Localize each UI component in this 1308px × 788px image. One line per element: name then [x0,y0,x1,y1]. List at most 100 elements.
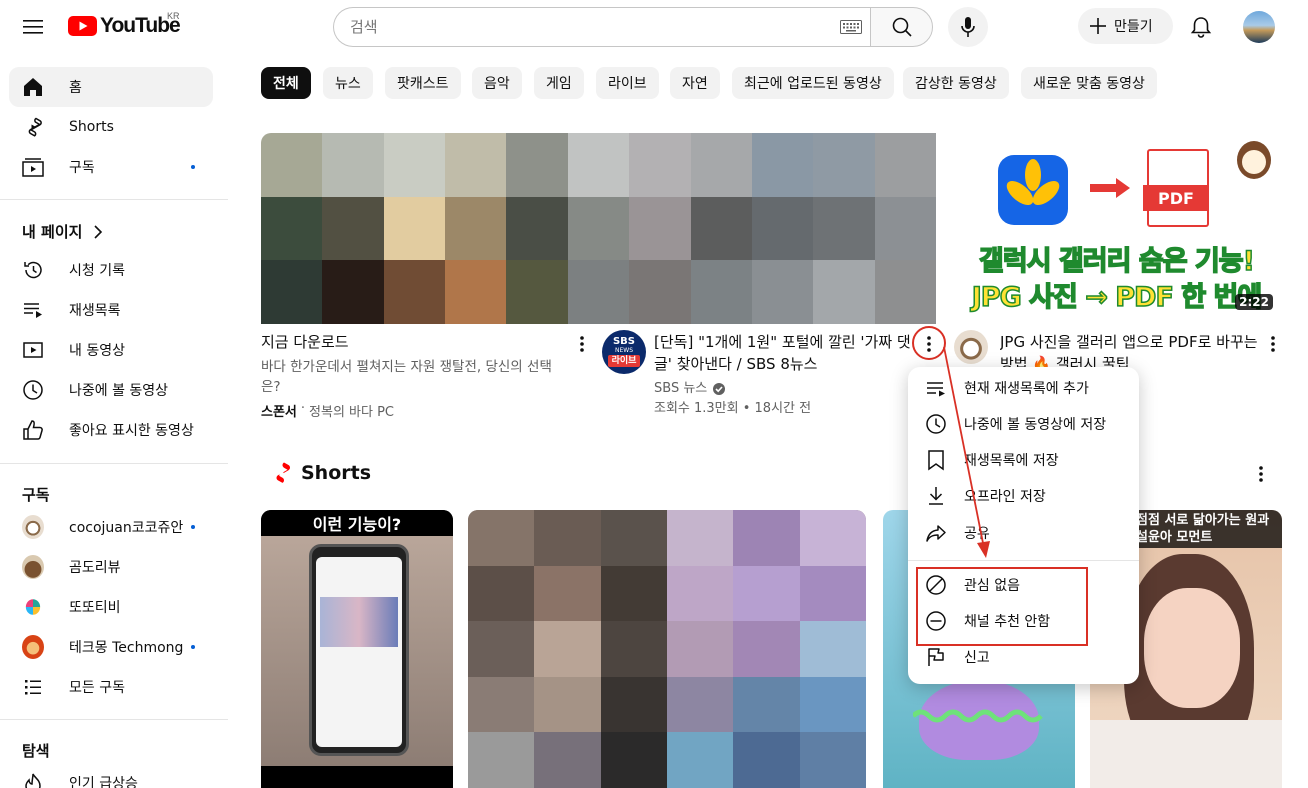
chip-recently-uploaded[interactable]: 최근에 업로드된 동영상 [732,67,894,99]
annotation-circle [912,326,946,360]
new-content-dot [191,645,195,649]
notifications-button[interactable] [1188,14,1214,40]
chip-news[interactable]: 뉴스 [323,67,373,99]
arrow-right-icon [1090,178,1130,198]
channel-avatar [22,635,44,659]
sidebar-item-label: 내 동영상 [69,343,125,359]
microphone-icon [961,17,975,37]
chip-podcast[interactable]: 팟캐스트 [385,67,461,99]
sidebar-item-channel[interactable]: 또또티비 [9,587,213,627]
menu-item-watch-later[interactable]: 나중에 볼 동영상에 저장 [908,406,1139,442]
menu-item-share[interactable]: 공유 [908,515,1139,551]
sidebar-item-liked[interactable]: 좋아요 표시한 동영상 [9,410,213,450]
sidebar-item-home[interactable]: 홈 [9,67,213,107]
subscriptions-heading: 구독 [22,486,50,504]
account-avatar[interactable] [1243,11,1275,43]
search-button[interactable] [870,7,933,47]
sidebar-item-label: 모든 구독 [69,680,125,696]
playlist-icon [22,299,44,321]
shorts-title-text: Shorts [301,462,372,484]
sidebar-item-shorts[interactable]: Shorts [9,107,213,147]
youtube-play-icon [68,16,97,36]
chip-music[interactable]: 음악 [472,67,522,99]
pdf-more-button[interactable] [1261,332,1285,356]
list-icon [22,676,44,698]
menu-item-save-playlist[interactable]: 재생목록에 저장 [908,442,1139,478]
chip-all[interactable]: 전체 [261,67,311,99]
logo-region: KR [167,11,180,21]
face-graphic [1144,588,1240,708]
plus-icon [1090,18,1106,34]
trending-icon [22,772,44,788]
shorts-more-button[interactable] [1249,462,1273,486]
create-button[interactable]: 만들기 [1078,8,1173,44]
menu-item-download[interactable]: 오프라인 저장 [908,478,1139,514]
download-icon [924,484,948,508]
ad-description: 바다 한가운데서 펼쳐지는 자원 쟁탈전, 당신의 선택은? [261,359,552,395]
short-thumbnail[interactable]: 이런 기능이? [261,510,453,788]
voice-search-button[interactable] [948,7,988,47]
chevron-right-icon [94,224,103,239]
mascot-icon [1237,141,1271,179]
like-icon [22,419,44,441]
pdf-video-thumbnail[interactable]: PDF 갤럭시 갤러리 숨은 기능! JPG 사진 → PDF 한 번에 2:2… [952,135,1281,320]
search-icon [892,17,912,37]
sidebar-item-all-subscriptions[interactable]: 모든 구독 [9,667,213,707]
my-page-title: 내 페이지 [22,223,83,241]
ad-more-button[interactable] [570,332,594,356]
phone-screen [309,544,409,756]
sidebar-item-label: 좋아요 표시한 동영상 [69,423,194,439]
sidebar: 홈 Shorts 구독 내 페이지 시청 기록 재생목록 내 동영상 나중에 볼… [0,60,228,788]
news-channel-name: SBS 뉴스 [654,381,708,396]
sidebar-item-label: cocojuan코코쥬안 [69,520,184,536]
sidebar-item-history[interactable]: 시청 기록 [9,250,213,290]
sidebar-item-my-videos[interactable]: 내 동영상 [9,330,213,370]
sbs-badge-top: SBS [612,336,636,347]
chip-nature[interactable]: 자연 [670,67,720,99]
video-duration: 2:22 [1235,294,1273,310]
menu-item-label: 오프라인 저장 [964,489,1046,505]
short-caption: 이런 기능이? [261,510,453,536]
menu-item-label: 현재 재생목록에 추가 [964,381,1089,397]
short-thumbnail[interactable] [468,510,866,788]
new-content-dot [191,525,195,529]
sidebar-item-label: 구독 [69,160,95,176]
sbs-news-channel-avatar[interactable]: SBS NEWS 라이브 [602,330,646,374]
chip-games[interactable]: 게임 [534,67,584,99]
history-icon [22,259,44,281]
shorts-icon [22,116,44,138]
sbs-badge-mid: NEWS [614,347,634,354]
menu-item-add-to-queue[interactable]: 현재 재생목록에 추가 [908,370,1139,406]
search-input[interactable] [333,7,870,47]
hamburger-menu-button[interactable] [16,10,50,44]
shorts-section-title: Shorts [270,461,371,485]
sidebar-divider [0,199,228,200]
chip-new-to-you[interactable]: 새로운 맞춤 동영상 [1021,67,1157,99]
news-channel-line[interactable]: SBS 뉴스 [654,379,726,399]
ad-video-thumbnail[interactable] [261,133,936,324]
more-vert-icon [580,336,584,352]
news-video-title[interactable]: [단독] "1개에 1원" 포털에 깔린 '가짜 댓글' 찾아낸다 / SBS … [654,331,916,375]
explore-heading: 탐색 [22,742,50,760]
sidebar-item-watch-later[interactable]: 나중에 볼 동영상 [9,370,213,410]
chip-live[interactable]: 라이브 [596,67,659,99]
youtube-logo[interactable]: YouTube KR [68,11,181,38]
sidebar-item-trending[interactable]: 인기 급상승 [9,763,213,788]
channel-avatar [22,555,44,579]
ad-sponsor-line: 스폰서 · 정복의 바다 PC [261,401,395,420]
sidebar-item-channel[interactable]: cocojuan코코쥬안 [9,507,213,547]
my-page-heading[interactable]: 내 페이지 [22,221,106,242]
advertiser-name[interactable]: 정복의 바다 PC [309,401,394,420]
chip-watched[interactable]: 감상한 동영상 [903,67,1009,99]
sidebar-item-channel[interactable]: 곰도리뷰 [9,547,213,587]
bookmark-icon [924,448,948,472]
keyboard-icon[interactable] [840,20,862,34]
sidebar-item-label: 재생목록 [69,303,121,319]
sidebar-item-subscriptions[interactable]: 구독 [9,147,213,187]
ad-title[interactable]: 지금 다운로드 [261,331,349,353]
sidebar-item-playlists[interactable]: 재생목록 [9,290,213,330]
channel-avatar[interactable] [954,330,988,364]
channel-avatar [22,596,44,618]
sidebar-item-label: 곰도리뷰 [69,560,121,576]
sidebar-item-channel[interactable]: 테크몽 Techmong [9,627,213,667]
